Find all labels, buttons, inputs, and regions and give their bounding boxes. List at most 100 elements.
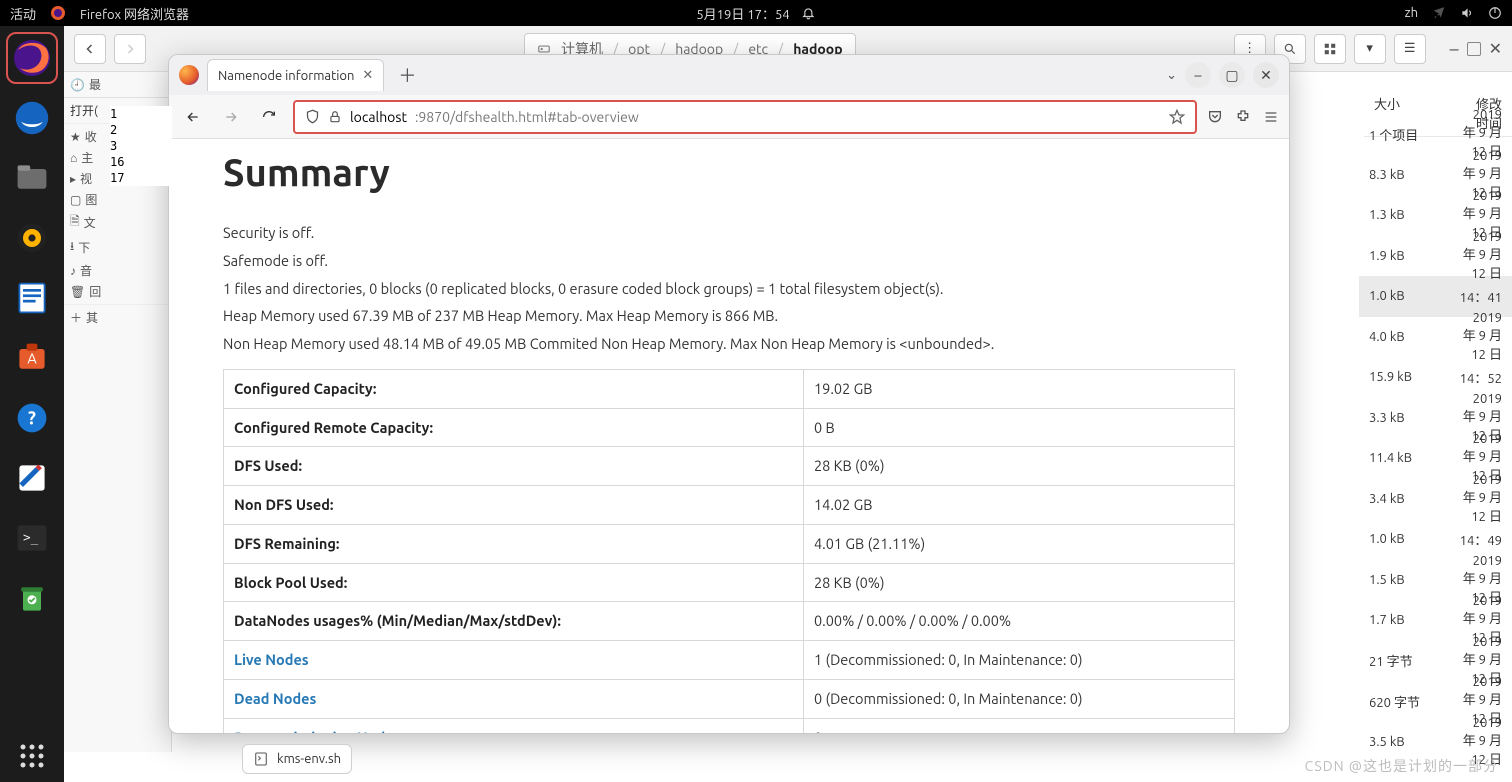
metric-value: 0 B <box>804 408 1235 447</box>
files-back-button[interactable] <box>74 34 106 64</box>
firefox-app-icon[interactable] <box>6 32 58 84</box>
firefox-menubar-icon <box>50 5 66 21</box>
editor-code-area[interactable] <box>64 330 171 334</box>
show-applications-icon[interactable] <box>6 730 58 782</box>
summary-line: Security is off. <box>223 222 1235 244</box>
table-row[interactable]: 1.9 kB2019 年 9 月 12 日 <box>1359 236 1512 277</box>
sidebar-music[interactable]: ♪ 音 <box>70 262 165 279</box>
lock-icon[interactable] <box>328 110 342 124</box>
power-icon[interactable] <box>1488 6 1502 20</box>
nav-forward-button[interactable] <box>217 103 245 131</box>
firefox-tab-bar: Namenode information ✕ ＋ ⌄ – ▢ ✕ <box>169 55 1289 95</box>
window-close-button[interactable]: ✕ <box>1489 39 1502 58</box>
metric-name: DFS Remaining: <box>224 524 804 563</box>
reload-button[interactable] <box>255 103 283 131</box>
input-language-indicator[interactable]: zh <box>1405 6 1418 20</box>
page-content[interactable]: Summary Security is off. Safemode is off… <box>169 139 1289 733</box>
url-path: :9870/dfshealth.html#tab-overview <box>415 109 639 125</box>
metric-name[interactable]: Decommissioning Nodes <box>224 718 804 733</box>
software-app-icon[interactable]: A <box>6 332 58 384</box>
files-rows: 1 个项目2019 年 9 月 12 日8.3 kB2019 年 9 月 12 … <box>1359 114 1512 756</box>
cell-modified: 14：52 <box>1459 368 1502 387</box>
cell-modified: 2019 年 9 月 12 日 <box>1459 230 1502 282</box>
files-view-dropdown[interactable]: ▾ <box>1354 34 1386 64</box>
browser-tab[interactable]: Namenode information ✕ <box>207 59 384 91</box>
metric-name: Non DFS Used: <box>224 486 804 525</box>
table-row: Block Pool Used:28 KB (0%) <box>224 563 1235 602</box>
libreoffice-writer-app-icon[interactable] <box>6 272 58 324</box>
table-row[interactable]: 3.4 kB2019 年 9 月 12 日 <box>1359 479 1512 520</box>
window-maximize-button[interactable] <box>1467 42 1481 56</box>
rhythmbox-app-icon[interactable] <box>6 212 58 264</box>
table-row: Dead Nodes0 (Decommissioned: 0, In Maint… <box>224 679 1235 718</box>
table-row: Non DFS Used:14.02 GB <box>224 486 1235 525</box>
cell-size: 1.7 kB <box>1369 613 1459 627</box>
notification-bell-icon[interactable] <box>802 6 816 20</box>
cell-size: 1.5 kB <box>1369 573 1459 587</box>
firefox-close-button[interactable]: ✕ <box>1253 62 1279 88</box>
file-chip[interactable]: kms-env.sh <box>242 744 352 774</box>
pocket-icon[interactable] <box>1207 109 1223 125</box>
activities-button[interactable]: 活动 <box>10 4 36 23</box>
nav-back-button[interactable] <box>179 103 207 131</box>
metric-value: 0.00% / 0.00% / 0.00% / 0.00% <box>804 602 1235 641</box>
metric-name: Configured Remote Capacity: <box>224 408 804 447</box>
ubuntu-dock: A? >_ <box>0 26 64 782</box>
cell-size: 21 字节 <box>1369 651 1459 670</box>
sidebar-recent[interactable]: 🕘 最 <box>70 76 101 93</box>
files-app-icon[interactable] <box>6 152 58 204</box>
cell-size: 3.3 kB <box>1369 411 1459 425</box>
tab-title: Namenode information <box>218 69 354 83</box>
sidebar-down[interactable]: ⭳ 下 <box>70 237 165 258</box>
new-tab-button[interactable]: ＋ <box>392 62 422 88</box>
files-menu-button[interactable]: ☰ <box>1394 34 1426 64</box>
metric-value: 28 KB (0%) <box>804 563 1235 602</box>
metric-value: 0 <box>804 718 1235 733</box>
thunderbird-app-icon[interactable] <box>6 92 58 144</box>
terminal-app-icon[interactable]: >_ <box>6 512 58 564</box>
cell-modified: 14：49 <box>1459 530 1502 549</box>
cell-size: 15.9 kB <box>1369 370 1459 384</box>
tabs-dropdown-icon[interactable]: ⌄ <box>1166 68 1177 83</box>
summary-table: Configured Capacity:19.02 GBConfigured R… <box>223 369 1235 733</box>
metric-value: 4.01 GB (21.11%) <box>804 524 1235 563</box>
firefox-maximize-button[interactable]: ▢ <box>1219 62 1245 88</box>
sidebar-other[interactable]: ＋ 其 <box>70 309 165 326</box>
metric-value: 19.02 GB <box>804 369 1235 408</box>
table-row: Configured Remote Capacity:0 B <box>224 408 1235 447</box>
editor-gutter-partial: 1231617 <box>110 106 172 186</box>
page-heading: Summary <box>223 145 1235 202</box>
summary-line: 1 files and directories, 0 blocks (0 rep… <box>223 278 1235 300</box>
bookmark-star-icon[interactable] <box>1169 109 1185 125</box>
sidebar-doc[interactable]: 🗎 文 <box>70 212 165 233</box>
text-editor-app-icon[interactable] <box>6 452 58 504</box>
extensions-icon[interactable] <box>1235 109 1251 125</box>
trash-app-icon[interactable] <box>6 572 58 624</box>
sidebar-trash[interactable]: 🗑 回 <box>70 283 165 300</box>
help-app-icon[interactable]: ? <box>6 392 58 444</box>
volume-icon[interactable] <box>1460 6 1474 20</box>
metric-name[interactable]: Dead Nodes <box>224 679 804 718</box>
summary-line: Safemode is off. <box>223 250 1235 272</box>
firefox-minimize-button[interactable]: – <box>1185 62 1211 88</box>
cell-size: 3.5 kB <box>1369 735 1459 749</box>
shield-icon[interactable] <box>305 109 320 124</box>
sidebar-pic[interactable]: ▢ 图 <box>70 191 165 208</box>
window-minimize-button[interactable]: – <box>1450 39 1459 59</box>
metric-name[interactable]: Live Nodes <box>224 641 804 680</box>
firefox-logo-icon <box>179 65 199 85</box>
cell-modified: 2019 年 9 月 12 日 <box>1459 311 1502 363</box>
summary-line: Non Heap Memory used 48.14 MB of 49.05 M… <box>223 333 1235 355</box>
cell-size: 8.3 kB <box>1369 168 1459 182</box>
metric-name: DFS Used: <box>224 447 804 486</box>
table-row: DFS Remaining:4.01 GB (21.11%) <box>224 524 1235 563</box>
network-icon[interactable] <box>1432 6 1446 20</box>
table-row: Live Nodes1 (Decommissioned: 0, In Maint… <box>224 641 1235 680</box>
app-menu-icon[interactable] <box>1263 109 1279 125</box>
table-row[interactable]: 4.0 kB2019 年 9 月 12 日 <box>1359 317 1512 358</box>
tab-close-button[interactable]: ✕ <box>362 68 373 83</box>
files-forward-button[interactable] <box>114 34 146 64</box>
clock-label[interactable]: 5月19日 17：54 <box>696 4 789 23</box>
address-bar[interactable]: localhost:9870/dfshealth.html#tab-overvi… <box>293 100 1197 134</box>
files-grid-view-button[interactable] <box>1314 34 1346 64</box>
